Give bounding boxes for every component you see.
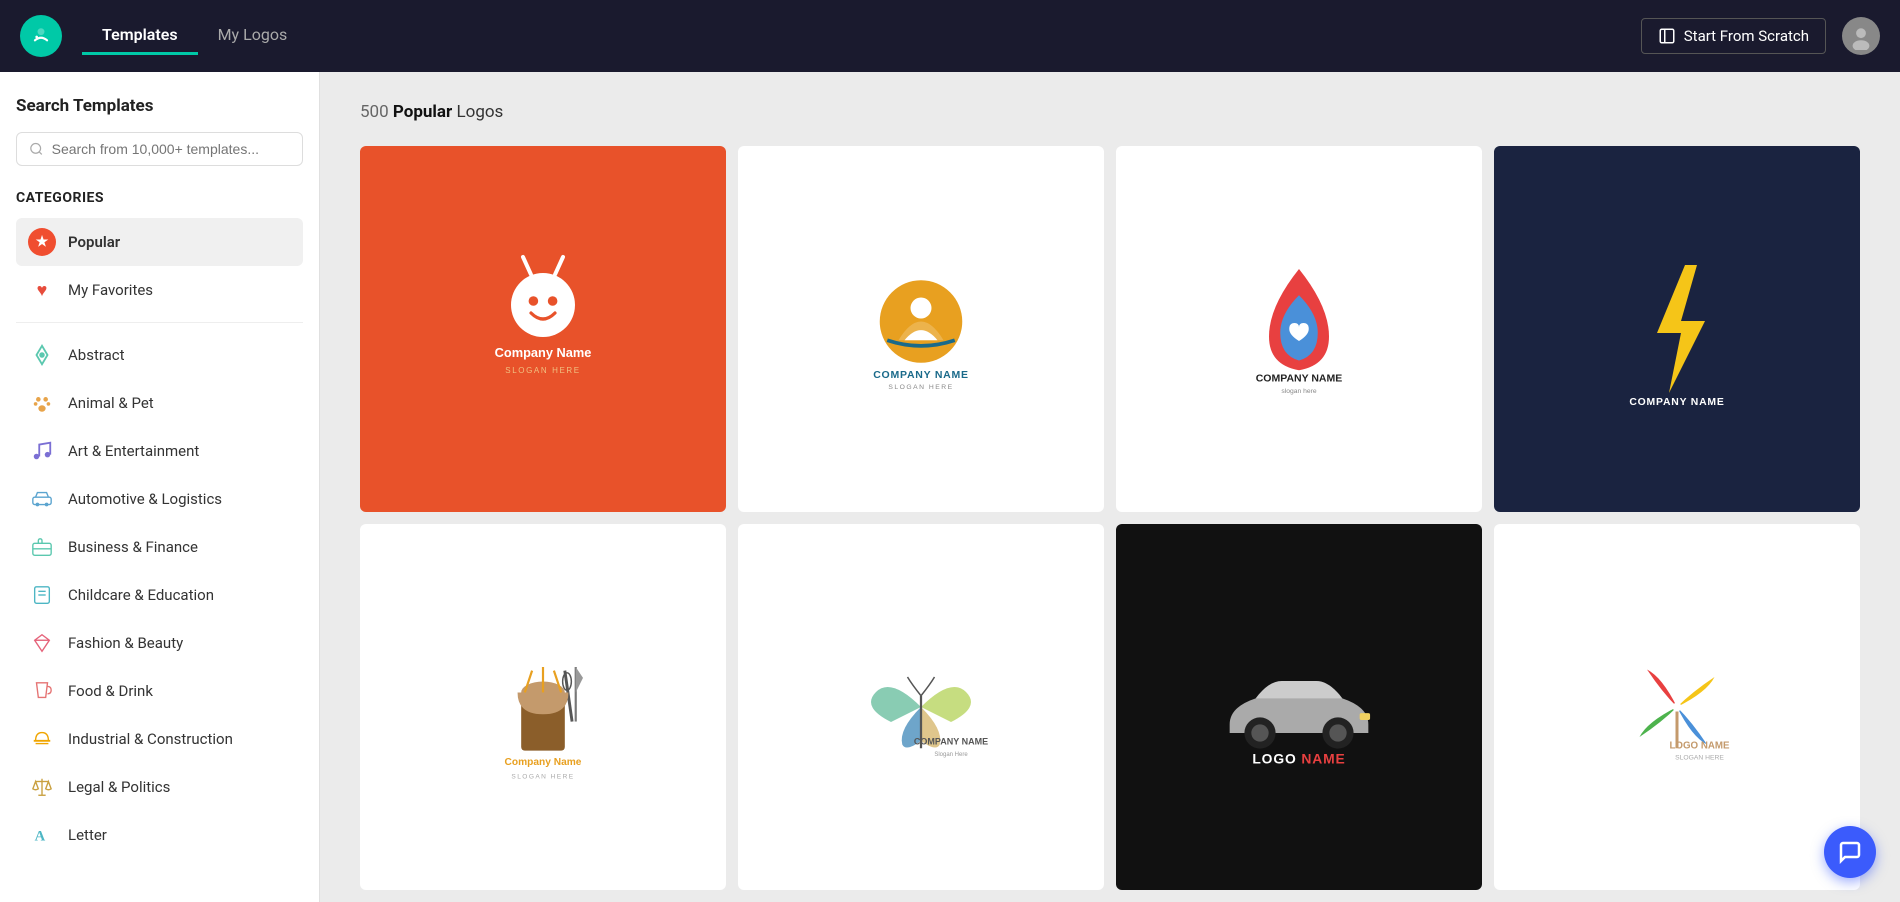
logo-card-8[interactable]: LOGO NAME SLOGAN HERE [1494,524,1860,890]
briefcase-icon [28,533,56,561]
nav-my-logos[interactable]: My Logos [198,17,308,55]
sidebar-item-art-entertainment[interactable]: Art & Entertainment [16,427,303,475]
sidebar-item-letter[interactable]: A Letter [16,811,303,859]
food-drink-label: Food & Drink [68,682,153,700]
svg-text:COMPANY NAME: COMPANY NAME [1629,397,1724,408]
content-area: 500 Popular Logos [320,72,1900,902]
art-label: Art & Entertainment [68,442,199,460]
svg-text:COMPANY NAME: COMPANY NAME [873,369,969,381]
header: Templates My Logos Start From Scratch [0,0,1900,72]
popular-label: Popular [68,233,120,251]
main-nav: Templates My Logos [82,17,1641,55]
main-layout: Search Templates Categories ★ Popular ♥ … [0,72,1900,902]
book-icon [28,581,56,609]
animal-pet-label: Animal & Pet [68,394,154,412]
sidebar-item-business-finance[interactable]: Business & Finance [16,523,303,571]
app-logo[interactable] [20,15,62,57]
abstract-label: Abstract [68,346,125,364]
childcare-label: Childcare & Education [68,586,214,604]
sidebar-title: Search Templates [16,96,303,116]
search-box[interactable] [16,132,303,166]
fashion-beauty-label: Fashion & Beauty [68,634,183,652]
sidebar-item-childcare[interactable]: Childcare & Education [16,571,303,619]
sidebar-item-popular[interactable]: ★ Popular [16,218,303,266]
svg-text:SLOGAN HERE: SLOGAN HERE [511,773,574,780]
sidebar-item-legal[interactable]: Legal & Politics [16,763,303,811]
logo-card-4[interactable]: COMPANY NAME [1494,146,1860,512]
start-from-scratch-button[interactable]: Start From Scratch [1641,18,1826,54]
search-icon [29,141,44,157]
svg-text:Company Name: Company Name [505,757,582,768]
logos-suffix: Logos [456,102,503,122]
svg-text:Company Name: Company Name [495,345,592,360]
sidebar-item-abstract[interactable]: Abstract [16,331,303,379]
svg-text:SLOGAN HERE: SLOGAN HERE [505,366,580,375]
user-avatar[interactable] [1842,17,1880,55]
result-count: 500 [360,102,389,122]
header-actions: Start From Scratch [1641,17,1880,55]
industrial-label: Industrial & Construction [68,730,233,748]
logo-card-7[interactable]: LOGO NAME [1116,524,1482,890]
heart-icon: ♥ [28,276,56,304]
favorites-label: My Favorites [68,281,153,299]
logos-grid: Company Name SLOGAN HERE [360,146,1860,902]
scale-icon [28,773,56,801]
letter-icon: A [28,821,56,849]
sidebar-item-industrial[interactable]: Industrial & Construction [16,715,303,763]
search-input[interactable] [52,141,290,157]
sidebar-item-fashion-beauty[interactable]: Fashion & Beauty [16,619,303,667]
logo-card-6[interactable]: COMPANY NAME Slogan Here [738,524,1104,890]
nav-templates[interactable]: Templates [82,17,198,55]
paw-icon [28,389,56,417]
sidebar-item-favorites[interactable]: ♥ My Favorites [16,266,303,314]
legal-label: Legal & Politics [68,778,170,796]
sidebar-item-automotive[interactable]: Automotive & Logistics [16,475,303,523]
popular-icon: ★ [28,228,56,256]
svg-text:COMPANY NAME: COMPANY NAME [1256,373,1343,385]
chat-button[interactable] [1824,826,1876,878]
car-icon [28,485,56,513]
category-highlight: Popular [393,102,452,122]
svg-text:Slogan Here: Slogan Here [934,752,968,758]
logo-card-1[interactable]: Company Name SLOGAN HERE [360,146,726,512]
svg-text:LOGO NAME: LOGO NAME [1669,740,1730,751]
sidebar: Search Templates Categories ★ Popular ♥ … [0,72,320,902]
abstract-icon [28,341,56,369]
sidebar-item-animal-pet[interactable]: Animal & Pet [16,379,303,427]
logo-card-2[interactable]: COMPANY NAME SLOGAN HERE [738,146,1104,512]
logo-card-3[interactable]: COMPANY NAME slogan here [1116,146,1482,512]
diamond-icon [28,629,56,657]
svg-text:SLOGAN HERE: SLOGAN HERE [1675,755,1724,762]
categories-label: Categories [16,190,303,206]
svg-text:SLOGAN HERE: SLOGAN HERE [888,384,953,391]
cup-icon [28,677,56,705]
svg-text:LOGO NAME: LOGO NAME [1252,750,1345,766]
svg-text:COMPANY NAME: COMPANY NAME [914,737,988,747]
svg-text:slogan here: slogan here [1281,388,1317,395]
business-finance-label: Business & Finance [68,538,198,556]
logo-card-5[interactable]: Company Name SLOGAN HERE [360,524,726,890]
letter-label: Letter [68,826,107,844]
music-icon [28,437,56,465]
content-header: 500 Popular Logos [360,102,1860,122]
sidebar-divider [16,322,303,323]
automotive-label: Automotive & Logistics [68,490,222,508]
svg-text:A: A [35,829,46,845]
sidebar-item-food-drink[interactable]: Food & Drink [16,667,303,715]
helmet-icon [28,725,56,753]
